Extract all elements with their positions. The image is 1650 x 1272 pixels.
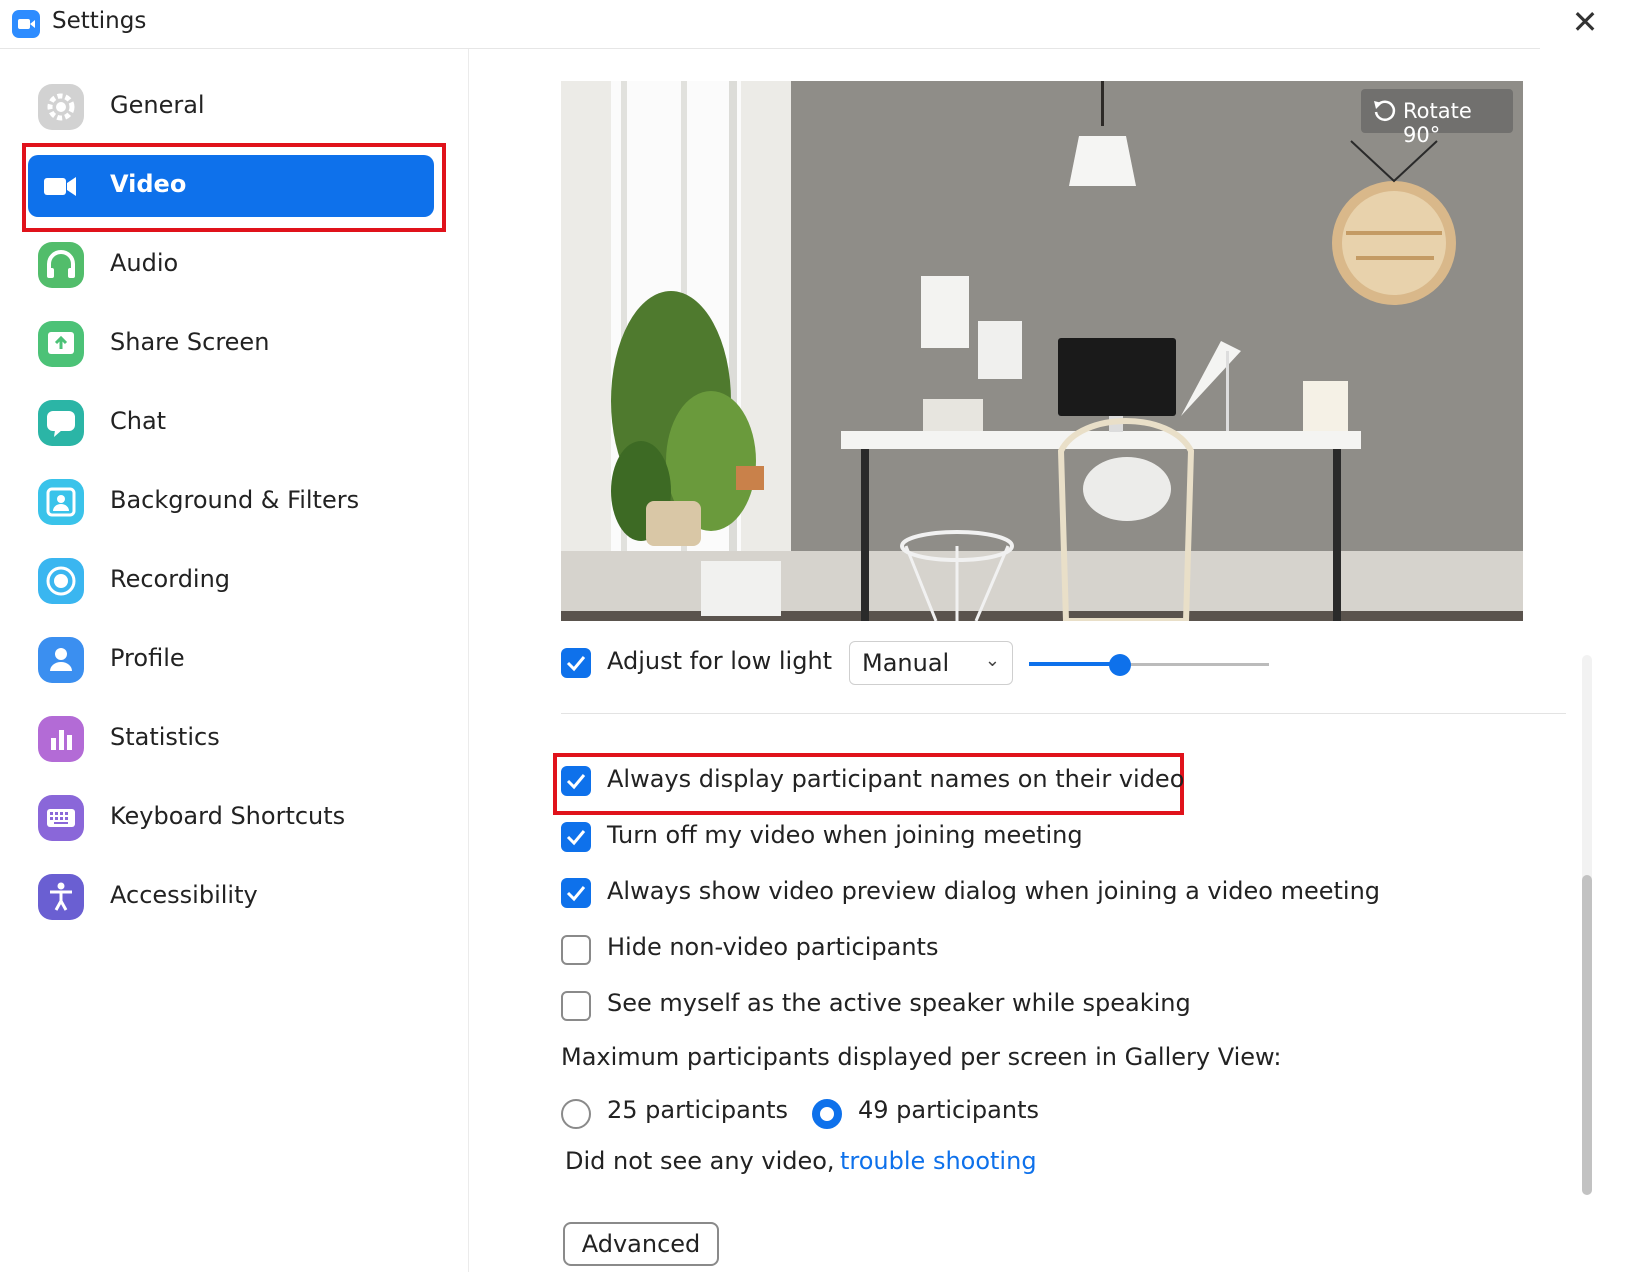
headphones-icon (38, 242, 84, 288)
display-names-label: Always display participant names on thei… (607, 765, 1185, 793)
slider-fill (1029, 662, 1121, 666)
rotate-label: Rotate 90° (1403, 99, 1472, 147)
keyboard-icon (38, 795, 84, 841)
sidebar-item-label: Keyboard Shortcuts (110, 802, 346, 830)
sidebar-item-recording[interactable]: Recording (28, 550, 434, 612)
hide-non-video-checkbox[interactable] (561, 935, 591, 965)
video-highlight-box (22, 143, 446, 232)
active-speaker-label: See myself as the active speaker while s… (607, 989, 1191, 1017)
sidebar-item-background-filters[interactable]: Background & Filters (28, 471, 434, 533)
sidebar-item-chat[interactable]: Chat (28, 392, 434, 454)
chat-bubble-icon (38, 400, 84, 446)
video-preview-dialog-label: Always show video preview dialog when jo… (607, 877, 1381, 905)
sidebar-item-label: Accessibility (110, 881, 258, 909)
turn-off-video-label: Turn off my video when joining meeting (607, 821, 1083, 849)
profile-icon (38, 637, 84, 683)
sidebar-item-audio[interactable]: Audio (28, 234, 434, 296)
sidebar-item-label: Recording (110, 565, 231, 593)
troubleshooting-link[interactable]: trouble shooting (840, 1147, 1037, 1175)
sidebar-item-label: Background & Filters (110, 486, 360, 514)
sidebar-item-label: Audio (110, 249, 179, 277)
sidebar-item-general[interactable]: General (28, 76, 434, 138)
sidebar-item-profile[interactable]: Profile (28, 629, 434, 691)
camera-preview: Rotate 90° (561, 81, 1523, 621)
camera-preview-image (561, 81, 1523, 621)
record-icon (38, 558, 84, 604)
radio-25-label: 25 participants (607, 1096, 788, 1124)
person-portrait-icon (38, 479, 84, 525)
radio-49-label: 49 participants (858, 1096, 1039, 1124)
low-light-label: Adjust for low light (607, 647, 833, 675)
sidebar-item-share-screen[interactable]: Share Screen (28, 313, 434, 375)
sidebar-item-label: General (110, 91, 205, 119)
zoom-app-icon (12, 10, 40, 38)
turn-off-video-checkbox[interactable] (561, 822, 591, 852)
bar-chart-icon (38, 716, 84, 762)
chevron-down-icon: ⌄ (984, 650, 1000, 671)
sidebar-item-statistics[interactable]: Statistics (28, 708, 434, 770)
sidebar-item-label: Statistics (110, 723, 220, 751)
low-light-checkbox[interactable] (561, 648, 591, 678)
scrollbar-thumb[interactable] (1582, 875, 1592, 1195)
troubleshoot-text: Did not see any video, (565, 1147, 835, 1175)
gallery-view-heading: Maximum participants displayed per scree… (561, 1043, 1282, 1071)
sidebar-item-accessibility[interactable]: Accessibility (28, 866, 434, 928)
rotate-button[interactable]: Rotate 90° (1361, 89, 1513, 147)
accessibility-icon (38, 874, 84, 920)
low-light-slider[interactable] (1029, 650, 1269, 680)
low-light-mode-value: Manual (862, 649, 950, 677)
active-speaker-checkbox[interactable] (561, 991, 591, 1021)
display-names-checkbox[interactable] (561, 766, 591, 796)
gear-icon (38, 84, 84, 130)
slider-knob[interactable] (1109, 654, 1132, 676)
close-icon[interactable]: ✕ (1568, 6, 1602, 40)
sidebar-item-label: Chat (110, 407, 167, 435)
low-light-mode-select[interactable]: Manual ⌄ (849, 641, 1013, 685)
share-screen-icon (38, 321, 84, 367)
section-divider (561, 713, 1566, 714)
settings-sidebar: General Video Audio Share Screen Chat Ba… (0, 49, 469, 1272)
sidebar-item-keyboard-shortcuts[interactable]: Keyboard Shortcuts (28, 787, 434, 849)
title-bar: Settings ✕ (0, 0, 1598, 49)
hide-non-video-label: Hide non-video participants (607, 933, 939, 961)
radio-25-participants[interactable] (561, 1099, 591, 1129)
sidebar-item-label: Share Screen (110, 328, 270, 356)
rotate-icon (1371, 98, 1397, 129)
sidebar-item-label: Profile (110, 644, 185, 672)
radio-49-participants[interactable] (812, 1099, 842, 1129)
window-title: Settings (52, 8, 147, 34)
video-preview-dialog-checkbox[interactable] (561, 878, 591, 908)
advanced-button[interactable]: Advanced (563, 1222, 719, 1266)
